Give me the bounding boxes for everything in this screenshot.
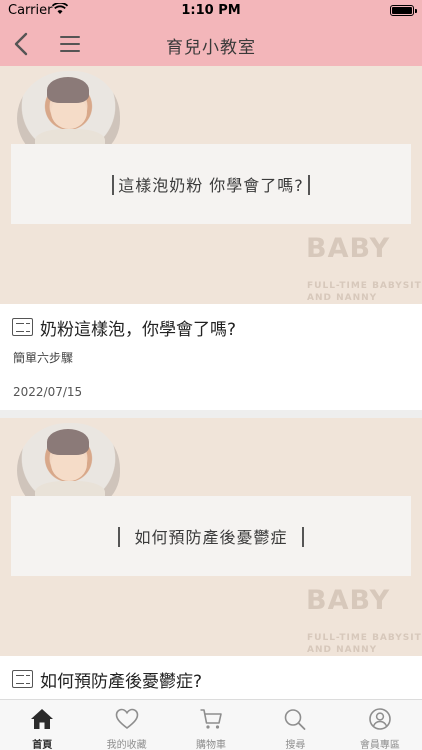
article-cover-image[interactable]: 這樣泡奶粉 你學會了嗎? BABY FULL-TIME BABYSITTER A… — [0, 66, 422, 304]
brand-logo: BABY — [306, 585, 391, 616]
article-title[interactable]: 奶粉這樣泡，你學會了嗎? — [40, 315, 236, 340]
tab-favorites[interactable]: 我的收藏 — [84, 700, 168, 750]
article-icon — [12, 318, 33, 336]
status-bar: Carrier 1:10 PM — [0, 0, 422, 22]
status-time: 1:10 PM — [181, 3, 241, 18]
tab-search[interactable]: 搜尋 — [253, 700, 337, 750]
cover-banner-text: 這樣泡奶粉 你學會了嗎? — [118, 176, 304, 195]
cover-banner-text: 如何預防產後憂鬱症 — [134, 528, 288, 547]
battery-icon — [390, 5, 417, 16]
article-feed[interactable]: 這樣泡奶粉 你學會了嗎? BABY FULL-TIME BABYSITTER A… — [0, 66, 422, 699]
article-info[interactable]: 奶粉這樣泡，你學會了嗎? 簡單六步驟 2022/07/15 — [0, 304, 422, 410]
heart-icon — [115, 708, 138, 730]
cover-banner: 如何預防產後憂鬱症 — [11, 496, 411, 576]
cart-icon — [200, 709, 222, 729]
article-icon — [12, 670, 33, 688]
home-icon — [31, 709, 54, 729]
article-cover-image[interactable]: 如何預防產後憂鬱症 BABY FULL-TIME BABYSITTER AND … — [0, 418, 422, 656]
article-title[interactable]: 如何預防產後憂鬱症? — [40, 667, 202, 692]
cover-banner: 這樣泡奶粉 你學會了嗎? — [11, 144, 411, 224]
brand-tagline: FULL-TIME BABYSITTER AND NANNY — [307, 281, 422, 303]
article-card[interactable]: 如何預防產後憂鬱症 BABY FULL-TIME BABYSITTER AND … — [0, 418, 422, 699]
tab-cart[interactable]: 購物車 — [169, 700, 253, 750]
user-icon — [369, 708, 391, 730]
brand-tagline: FULL-TIME BABYSITTER AND NANNY — [307, 633, 422, 655]
brand-logo: BABY — [306, 233, 391, 264]
article-subtitle: 簡單六步驟 — [13, 351, 74, 365]
nav-bar: 育兒小教室 — [0, 22, 422, 66]
article-card[interactable]: 這樣泡奶粉 你學會了嗎? BABY FULL-TIME BABYSITTER A… — [0, 66, 422, 410]
tab-home[interactable]: 首頁 — [0, 700, 84, 750]
page-title: 育兒小教室 — [166, 38, 256, 58]
search-icon — [285, 709, 306, 730]
article-date: 2022/07/15 — [13, 385, 83, 399]
article-info[interactable]: 如何預防產後憂鬱症? — [0, 656, 422, 699]
tab-bar: 首頁 我的收藏 購物車 搜尋 會員專區 — [0, 699, 422, 750]
tab-member[interactable]: 會員專區 — [338, 700, 422, 750]
